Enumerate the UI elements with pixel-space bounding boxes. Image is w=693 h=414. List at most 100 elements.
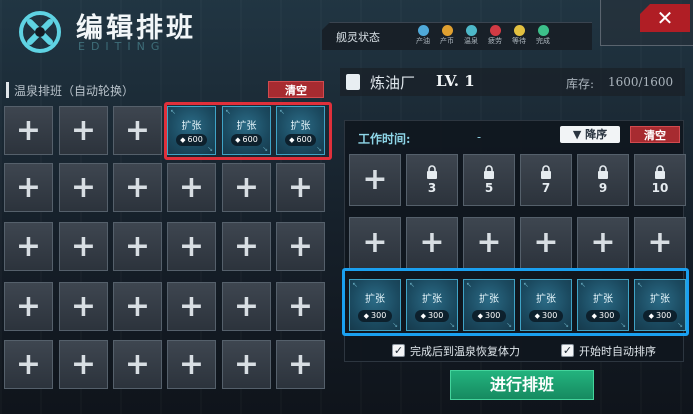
add-member-slot[interactable]: + <box>276 340 325 389</box>
add-member-slot[interactable]: + <box>167 222 216 271</box>
expand-cost-value: 300 <box>428 311 444 320</box>
expand-slot-button[interactable]: ↖ 扩张 ◆ 300 ↘ <box>634 279 686 331</box>
add-member-slot[interactable]: + <box>276 222 325 271</box>
plus-icon: + <box>15 346 42 382</box>
plus-icon: + <box>178 228 205 264</box>
expand-slot-button[interactable]: ↖ 扩张 ◆ 600 ↘ <box>167 106 216 155</box>
status-item: 等待 <box>506 25 532 46</box>
add-member-slot[interactable]: + <box>4 106 53 155</box>
expand-cost-value: 300 <box>485 311 501 320</box>
add-member-slot[interactable]: + <box>276 163 325 212</box>
expand-cost: ◆ 300 <box>358 310 392 322</box>
lock-icon <box>655 165 665 179</box>
plus-icon: + <box>70 228 97 264</box>
expand-slot-button[interactable]: ↖ 扩张 ◆ 300 ↘ <box>577 279 629 331</box>
status-item: 温泉 <box>458 25 484 46</box>
expand-slot-button[interactable]: ↖ 扩张 ◆ 300 ↘ <box>406 279 458 331</box>
add-worker-slot[interactable]: + <box>349 154 401 206</box>
factory-info-bar: 炼油厂 LV. 1 库存: 1600/1600 <box>340 68 685 96</box>
logo-icon <box>19 11 61 53</box>
expand-slot-button[interactable]: ↖ 扩张 ◆ 300 ↘ <box>349 279 401 331</box>
gem-icon: ◆ <box>180 136 186 144</box>
add-member-slot[interactable]: + <box>222 222 271 271</box>
add-member-slot[interactable]: + <box>113 340 162 389</box>
lock-icon <box>541 165 551 179</box>
plus-icon: + <box>178 346 205 382</box>
add-worker-slot[interactable]: + <box>406 217 458 269</box>
add-member-slot[interactable]: + <box>222 163 271 212</box>
add-worker-slot[interactable]: + <box>520 217 572 269</box>
expand-cost: ◆ 300 <box>643 310 677 322</box>
add-member-slot[interactable]: + <box>113 282 162 331</box>
scheduling-screen: 编辑排班 EDITING 舰灵状态 产油 产币 温泉 疲劳 等待 完成 ✕ 温泉排班（自动… <box>0 0 693 414</box>
expand-arrow-icon: ↘ <box>506 321 512 329</box>
plus-icon: + <box>590 225 616 260</box>
gem-icon: ◆ <box>591 312 598 320</box>
right-clear-button[interactable]: 清空 <box>630 126 680 143</box>
add-member-slot[interactable]: + <box>4 340 53 389</box>
gem-icon: ◆ <box>363 312 370 320</box>
add-member-slot[interactable]: + <box>4 282 53 331</box>
expand-slot-button[interactable]: ↖ 扩张 ◆ 600 ↘ <box>276 106 325 155</box>
factory-name: 炼油厂 <box>370 74 416 92</box>
close-button[interactable]: ✕ <box>640 4 690 32</box>
lock-icon <box>598 165 608 179</box>
plus-icon: + <box>70 346 97 382</box>
add-member-slot[interactable]: + <box>276 282 325 331</box>
add-member-slot[interactable]: + <box>59 163 108 212</box>
expand-arrow-icon: ↖ <box>637 281 643 289</box>
add-member-slot[interactable]: + <box>222 340 271 389</box>
plus-icon: + <box>124 228 151 264</box>
add-member-slot[interactable]: + <box>167 340 216 389</box>
start-schedule-button[interactable]: 进行排班 <box>450 370 594 400</box>
expand-slot-button[interactable]: ↖ 扩张 ◆ 600 ↘ <box>222 106 271 155</box>
gem-icon: ◆ <box>648 312 655 320</box>
auto-sort-checkbox[interactable]: ✓ <box>561 344 574 357</box>
plus-icon: + <box>419 225 445 260</box>
status-item: 完成 <box>530 25 556 46</box>
add-member-slot[interactable]: + <box>167 282 216 331</box>
expand-cost-value: 300 <box>371 311 387 320</box>
expand-slot-button[interactable]: ↖ 扩张 ◆ 300 ↘ <box>463 279 515 331</box>
expand-label: 扩张 <box>593 294 613 305</box>
add-member-slot[interactable]: + <box>113 163 162 212</box>
expand-label: 扩张 <box>181 121 202 132</box>
add-member-slot[interactable]: + <box>59 340 108 389</box>
expand-arrow-icon: ↖ <box>523 281 529 289</box>
left-clear-button[interactable]: 清空 <box>268 81 324 98</box>
add-worker-slot[interactable]: + <box>634 217 686 269</box>
plus-icon: + <box>287 228 314 264</box>
status-item-label: 温泉 <box>464 37 478 45</box>
add-member-slot[interactable]: + <box>222 282 271 331</box>
add-worker-slot[interactable]: + <box>463 217 515 269</box>
plus-icon: + <box>15 228 42 264</box>
expand-cost: ◆ 600 <box>231 134 262 146</box>
add-member-slot[interactable]: + <box>59 106 108 155</box>
add-member-slot[interactable]: + <box>4 222 53 271</box>
expand-arrow-icon: ↘ <box>207 145 213 153</box>
add-member-slot[interactable]: + <box>59 282 108 331</box>
add-member-slot[interactable]: + <box>4 163 53 212</box>
restore-stamina-label: 完成后到温泉恢复体力 <box>410 345 520 358</box>
status-item: 产币 <box>434 25 460 46</box>
plus-icon: + <box>70 112 97 148</box>
status-item-label: 产币 <box>440 37 454 45</box>
expand-slot-button[interactable]: ↖ 扩张 ◆ 300 ↘ <box>520 279 572 331</box>
add-member-slot[interactable]: + <box>167 163 216 212</box>
restore-stamina-checkbox[interactable]: ✓ <box>392 344 405 357</box>
expand-arrow-icon: ↘ <box>316 145 322 153</box>
plus-icon: + <box>124 346 151 382</box>
expand-cost-value: 600 <box>187 135 203 144</box>
add-worker-slot[interactable]: + <box>577 217 629 269</box>
expand-arrow-icon: ↖ <box>225 108 231 116</box>
add-member-slot[interactable]: + <box>59 222 108 271</box>
add-member-slot[interactable]: + <box>113 222 162 271</box>
expand-cost: ◆ 600 <box>176 134 207 146</box>
add-worker-slot[interactable]: + <box>349 217 401 269</box>
add-member-slot[interactable]: + <box>113 106 162 155</box>
status-item-label: 疲劳 <box>488 37 502 45</box>
plus-icon: + <box>233 346 260 382</box>
plus-icon: + <box>362 162 388 197</box>
expand-cost: ◆ 300 <box>472 310 506 322</box>
sort-order-button[interactable]: ▼ 降序 <box>560 126 620 143</box>
